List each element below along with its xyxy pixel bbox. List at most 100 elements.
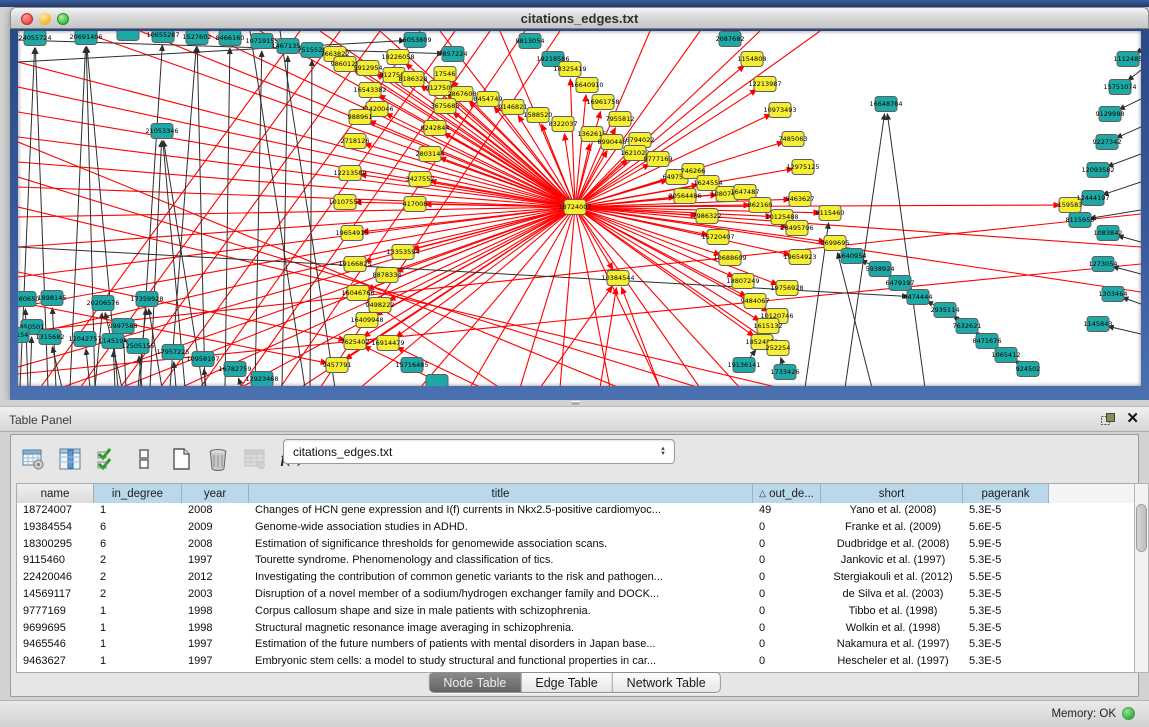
scrollbar-thumb[interactable] [1136,504,1147,552]
network-node[interactable]: 9227342 [1093,135,1122,150]
network-node[interactable]: 9129988 [1096,107,1125,122]
network-node[interactable]: 417008 [403,197,428,212]
network-node[interactable]: 8322037 [549,117,578,132]
network-node[interactable]: 924502 [1016,362,1041,377]
network-edge[interactable] [30,337,32,386]
tab-node-table[interactable]: Node Table [429,673,521,692]
network-node[interactable]: 1898145 [38,291,67,306]
network-node[interactable]: 3675685 [431,99,460,114]
column-header-short[interactable]: short [821,484,963,503]
table-row[interactable]: 911546021997Tourette syndrome. Phenomeno… [17,553,1134,570]
row-options-icon[interactable] [130,445,158,473]
close-panel-icon[interactable]: ✕ [1126,411,1139,427]
network-node[interactable]: 12975125 [786,160,819,175]
network-node[interactable]: 2718126 [341,134,370,149]
network-edge[interactable] [238,378,242,386]
network-node[interactable]: 7857224 [439,47,468,62]
column-header-out_de[interactable]: △out_de... [753,484,821,503]
network-node[interactable]: 1303464 [1099,287,1128,302]
network-edge[interactable] [600,288,616,386]
network-node[interactable]: 1112485 [1114,52,1141,67]
network-edge[interactable] [1102,182,1141,195]
network-edge[interactable] [282,56,288,386]
show-columns-icon[interactable] [56,445,84,473]
network-edge[interactable] [255,51,262,386]
network-node[interactable]: 9115460 [816,206,845,221]
network-node[interactable]: 9463627 [786,192,815,207]
network-node[interactable]: 1065412 [992,348,1021,363]
new-table-icon[interactable] [167,445,195,473]
network-node[interactable]: 8186328 [399,72,428,87]
network-node[interactable]: 252254 [766,341,791,356]
network-edge[interactable] [18,272,345,340]
network-node[interactable]: 16961758 [586,95,619,110]
network-node[interactable]: 19756928 [770,281,803,296]
table-row[interactable]: 946362711997Embryonic stem cells: a mode… [17,654,1134,671]
network-node[interactable]: 5938924 [866,262,895,277]
network-canvas[interactable]: 2405572420691406106552871527602846616010… [18,31,1141,386]
network-node[interactable]: 2935114 [931,303,960,318]
network-node[interactable]: 7632621 [953,319,982,334]
table-select-dropdown[interactable]: citations_edges.txt ▲▼ [283,439,675,464]
network-node[interactable]: 1733426 [771,365,800,380]
dropdown-stepper-icon[interactable]: ▲▼ [656,443,670,461]
network-window-titlebar[interactable]: citations_edges.txt [10,7,1149,29]
column-header-pagerank[interactable]: pagerank [963,484,1049,503]
network-node[interactable]: 3427552 [406,172,435,187]
network-edge[interactable] [1116,127,1141,138]
network-edge[interactable] [540,286,612,386]
network-edge[interactable] [1107,154,1141,167]
network-node[interactable]: 12213589 [333,166,366,181]
network-node[interactable]: 9777169 [644,152,673,167]
network-node[interactable]: 16648784 [869,97,902,112]
network-node[interactable]: 21053346 [145,124,178,139]
network-node[interactable]: 5912954 [354,61,383,76]
network-node[interactable]: 1083842 [1094,226,1123,241]
network-node[interactable]: 19166825 [338,257,371,272]
network-node[interactable]: 10958107 [186,352,219,367]
network-edge[interactable] [52,347,62,386]
column-header-title[interactable]: title [249,484,753,503]
tab-edge-table[interactable]: Edge Table [521,673,612,692]
network-node[interactable]: 1527602 [183,31,212,45]
network-edge[interactable] [18,207,575,277]
network-node[interactable]: 2087682 [716,32,745,47]
table-row[interactable]: 1456911722003Disruption of a novel membe… [17,587,1134,604]
network-edge[interactable] [18,207,575,307]
table-row[interactable]: 946554611997Estimation of the future num… [17,637,1134,654]
network-edge[interactable] [225,48,230,386]
network-node[interactable]: 6479197 [886,276,915,291]
network-node[interactable]: 1273054 [1089,257,1118,272]
table-row[interactable]: 1938455462009Genome-wide association stu… [17,520,1134,537]
network-edge[interactable] [560,207,575,386]
table-row[interactable]: 1830029562008Estimation of significance … [17,537,1134,554]
network-edge[interactable] [280,31,335,386]
network-node[interactable]: 20564486 [668,189,701,204]
network-edge[interactable] [1119,99,1141,110]
network-node[interactable]: 24055724 [18,31,51,46]
table-row[interactable]: 1872400712008Changes of HCN gene express… [17,503,1134,520]
network-node[interactable]: 1640954 [838,249,867,264]
network-edge[interactable] [18,62,575,207]
network-node[interactable]: 2803144 [416,147,445,162]
column-header-year[interactable]: year [182,484,249,503]
table-row[interactable]: 969969511998Structural magnetic resonanc… [17,621,1134,638]
network-node[interactable]: 12093582 [1081,163,1114,178]
network-node[interactable]: 15720407 [701,230,734,245]
network-node[interactable]: 9498222 [366,298,395,313]
network-node[interactable]: 10688609 [713,251,746,266]
network-node[interactable]: 8878334 [373,268,402,283]
network-node[interactable]: 1154808 [738,52,767,67]
network-node[interactable]: 8466160 [216,31,245,46]
network-edge[interactable] [52,308,56,386]
network-edge[interactable] [887,114,925,386]
network-edge[interactable] [1122,297,1141,304]
network-node[interactable]: 9457791 [323,358,352,373]
network-node[interactable]: 8115958 [1066,213,1095,228]
delete-table-icon[interactable] [204,445,232,473]
splitter-grip-icon[interactable] [571,401,580,405]
network-node[interactable]: 8471676 [973,334,1002,349]
import-table-icon[interactable] [241,445,269,473]
table-mode-icon[interactable] [19,445,47,473]
network-node[interactable]: 16053809 [398,33,431,48]
